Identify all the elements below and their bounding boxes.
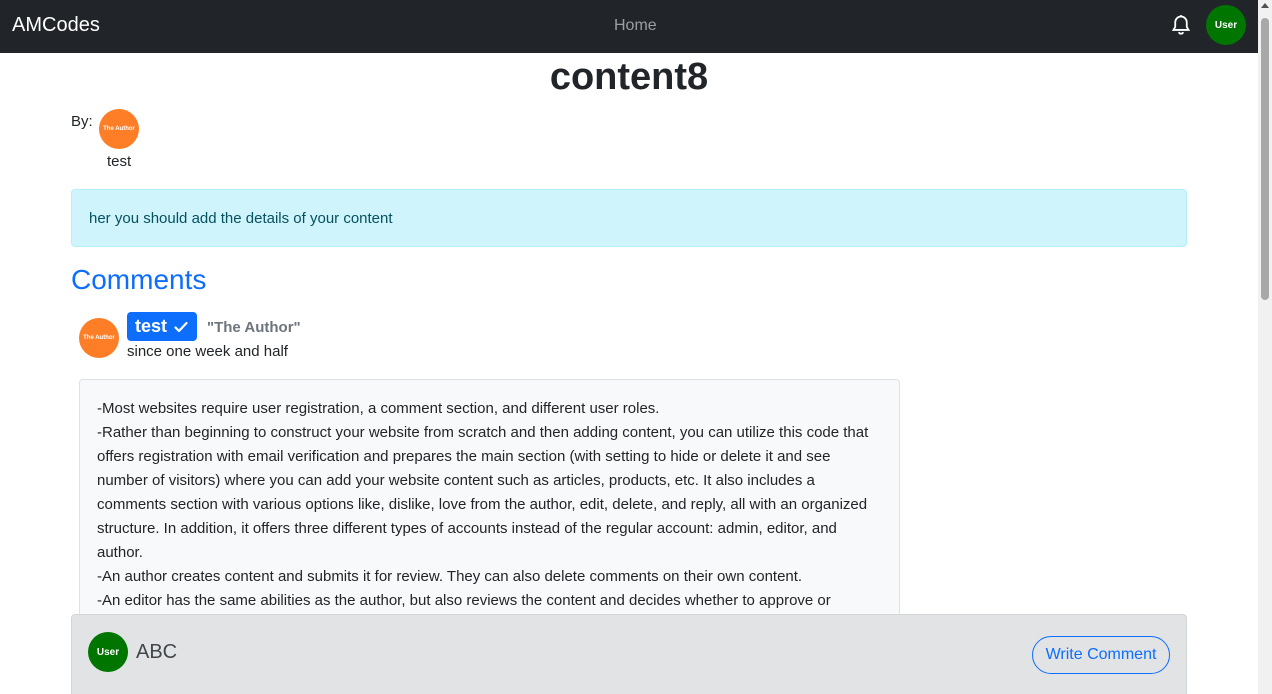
check-icon — [174, 321, 188, 332]
comment-role: "The Author" — [207, 319, 301, 336]
comment-line: -Rather than beginning to construct your… — [97, 424, 869, 561]
brand-logo[interactable]: AMCodes — [12, 14, 100, 37]
comment-line: -An author creates content and submits i… — [97, 568, 803, 585]
comment-time: since one week and half — [127, 343, 288, 360]
comment-composer-bar: User ABC Write Comment — [71, 614, 1187, 694]
scroll-up-arrow-icon[interactable] — [1261, 3, 1269, 8]
by-label: By: — [71, 113, 93, 130]
author-name[interactable]: test — [107, 153, 131, 170]
scrollbar-thumb[interactable] — [1261, 18, 1269, 300]
composer-avatar[interactable]: User — [88, 632, 128, 672]
scrollbar[interactable] — [1258, 0, 1272, 694]
page: AMCodes Home User content8 By: The Autho… — [0, 0, 1272, 694]
content-details: her you should add the details of your c… — [71, 189, 1187, 247]
user-avatar[interactable]: User — [1206, 5, 1246, 45]
bell-icon[interactable] — [1170, 13, 1192, 37]
write-comment-button[interactable]: Write Comment — [1032, 636, 1170, 674]
composer-name: ABC — [136, 641, 178, 663]
page-title: content8 — [549, 56, 709, 98]
comment-username: test — [135, 316, 168, 336]
comment-username-badge[interactable]: test — [127, 312, 198, 341]
comment-line: -Most websites require user registration… — [97, 400, 660, 417]
nav-link-home[interactable]: Home — [614, 17, 657, 35]
author-avatar[interactable]: The Author — [99, 109, 139, 149]
comment-line: -An editor has the same abilities as the… — [97, 592, 831, 609]
comments-heading: Comments — [71, 264, 207, 295]
comment-avatar[interactable]: The Author — [79, 318, 119, 358]
navbar: AMCodes Home User — [0, 0, 1258, 53]
